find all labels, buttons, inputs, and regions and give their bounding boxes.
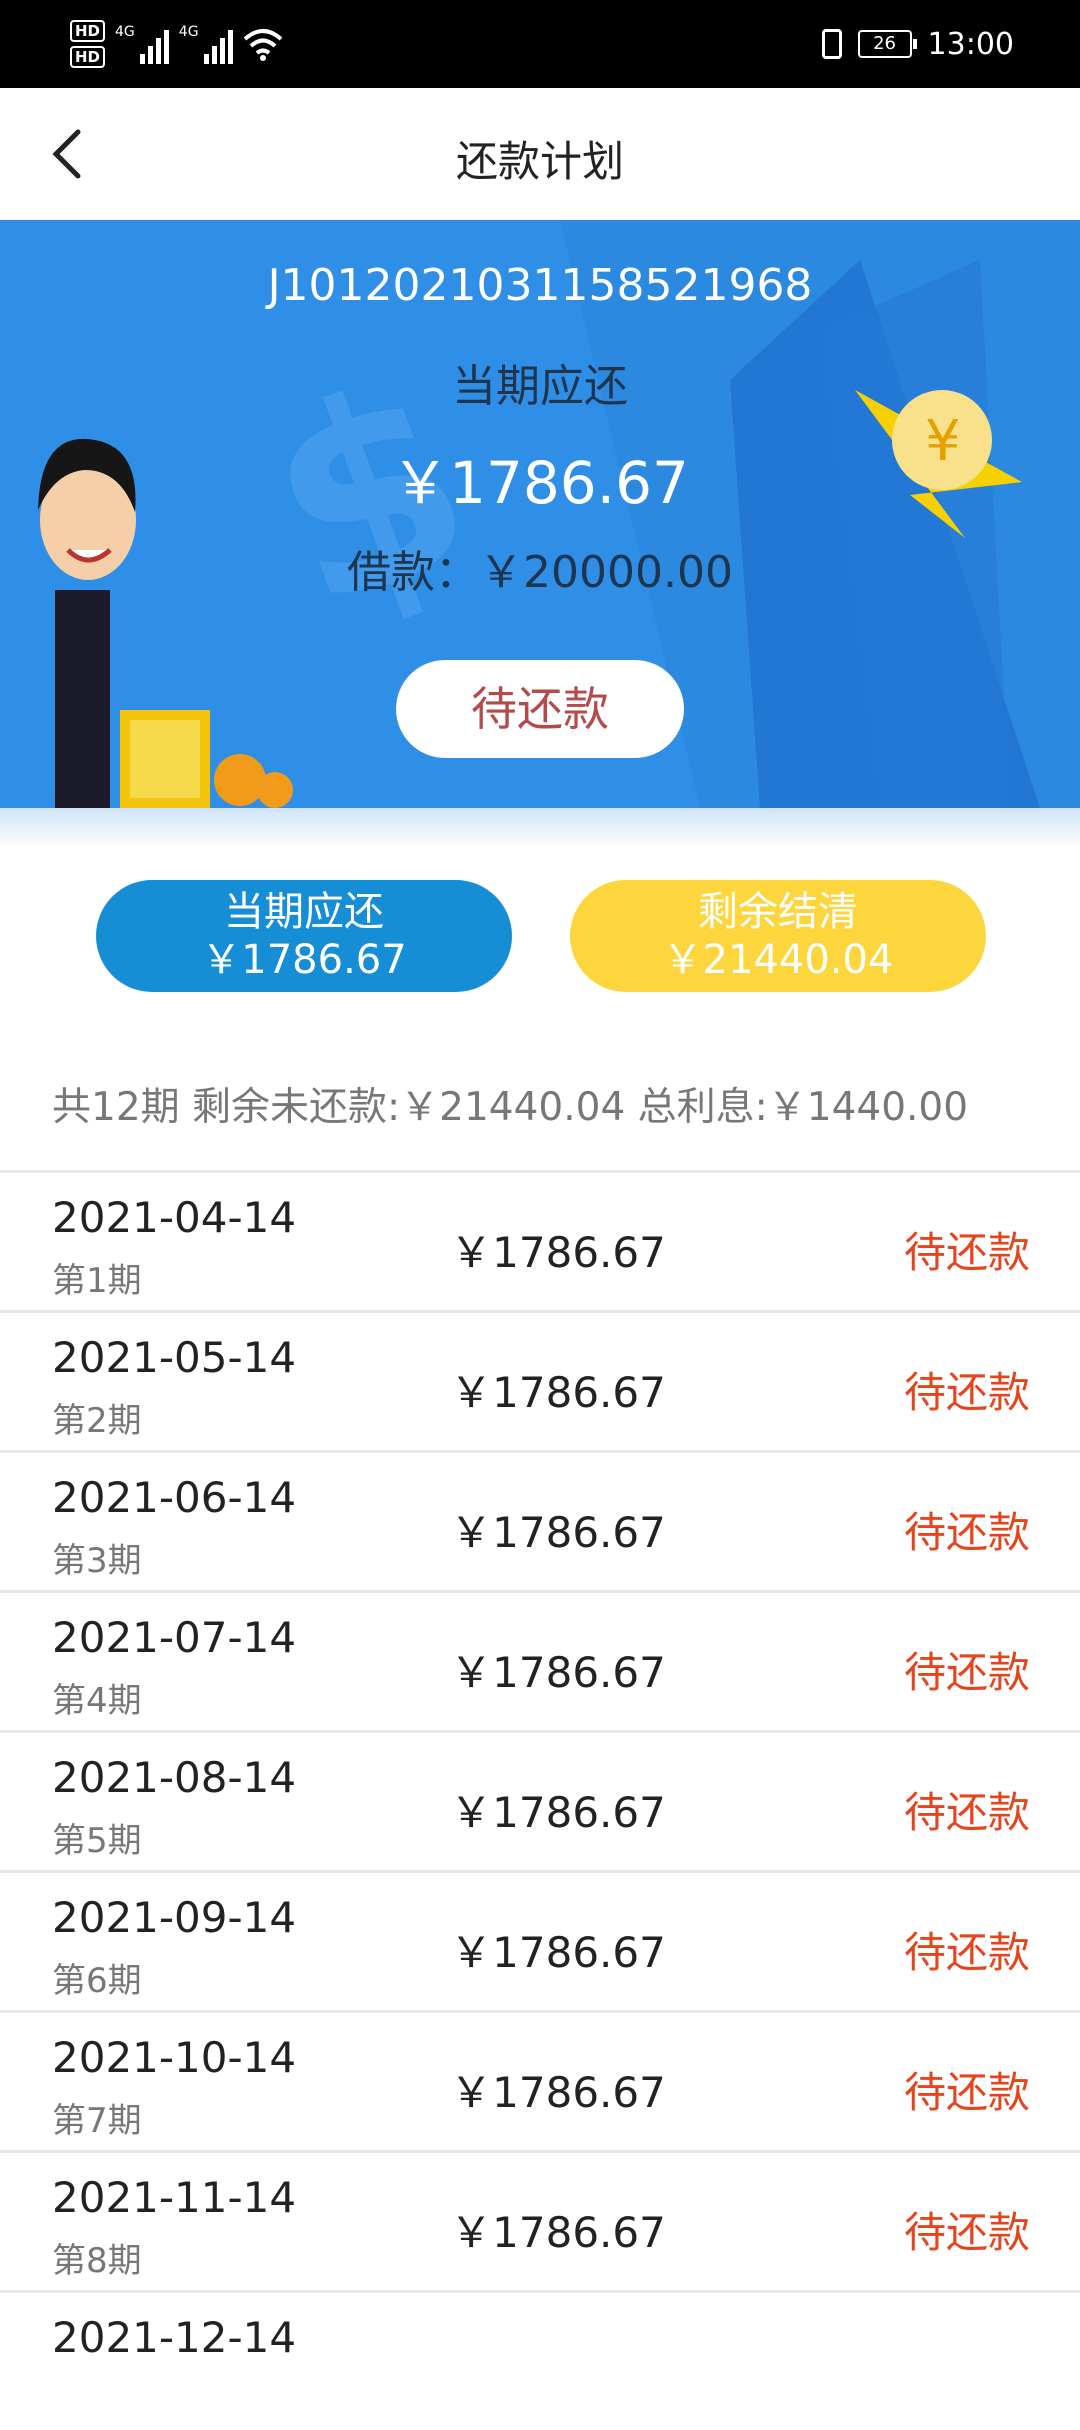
installment-row[interactable]: 2021-10-14 第7期 ￥1786.67 待还款	[0, 2010, 1080, 2150]
loan-amount: 借款：￥20000.00	[347, 547, 733, 598]
installment-status: 待还款	[903, 1928, 1030, 1977]
signal-icon: 4G	[179, 24, 233, 64]
installment-status: 待还款	[903, 1788, 1030, 1837]
current-due-amount: ￥1786.67	[391, 449, 689, 517]
loan-number: J1012021031158521968	[267, 260, 813, 311]
pay-off-button[interactable]: 剩余结清 ￥21440.04	[570, 880, 986, 992]
plan-summary: 共12期 剩余未还款:￥21440.04 总利息:￥1440.00	[52, 1085, 969, 1130]
status-bar: HD HD 4G 4G 26 13:00	[0, 0, 1080, 88]
loan-banner: $ ¥ J1012021031158521968 当期应还 ￥1786.67 借…	[0, 220, 1080, 808]
current-due-button[interactable]: 当期应还 ￥1786.67	[96, 880, 512, 992]
installment-row[interactable]: 2021-05-14 第2期 ￥1786.67 待还款	[0, 1310, 1080, 1450]
clock: 13:00	[927, 26, 1014, 62]
installment-list: 2021-04-14 第1期 ￥1786.67 待还款 2021-05-14 第…	[0, 1170, 1080, 2430]
installment-row[interactable]: 2021-09-14 第6期 ￥1786.67 待还款	[0, 1870, 1080, 2010]
installment-row[interactable]: 2021-08-14 第5期 ￥1786.67 待还款	[0, 1730, 1080, 1870]
hd-indicator: HD HD	[70, 20, 106, 68]
installment-row[interactable]: 2021-11-14 第8期 ￥1786.67 待还款	[0, 2150, 1080, 2290]
title-bar: 还款计划	[0, 88, 1080, 220]
battery-icon: 26	[857, 30, 917, 58]
installment-row[interactable]: 2021-07-14 第4期 ￥1786.67 待还款	[0, 1590, 1080, 1730]
pay-off-button-label: 剩余结清	[698, 889, 858, 935]
installment-status: 待还款	[903, 1228, 1030, 1277]
wifi-icon	[243, 29, 282, 61]
installment-row[interactable]: 2021-12-14	[0, 2290, 1080, 2430]
installment-status: 待还款	[903, 2208, 1030, 2257]
installment-status: 待还款	[903, 1368, 1030, 1417]
installment-status: 待还款	[903, 2068, 1030, 2117]
due-date: 2021-12-14	[52, 2313, 297, 2362]
installment-status: 待还款	[903, 1648, 1030, 1697]
page-title: 还款计划	[455, 137, 624, 186]
current-due-button-label: 当期应还	[224, 889, 384, 935]
banner-shadow	[0, 808, 1080, 848]
installment-row[interactable]: 2021-06-14 第3期 ￥1786.67 待还款	[0, 1450, 1080, 1590]
installment-row[interactable]: 2021-04-14 第1期 ￥1786.67 待还款	[0, 1170, 1080, 1310]
installment-status: 待还款	[903, 1508, 1030, 1557]
current-due-label: 当期应还	[452, 361, 628, 412]
repayment-status-badge: 待还款	[396, 660, 684, 758]
vibrate-icon	[821, 29, 842, 59]
signal-icon: 4G	[115, 24, 169, 64]
current-due-button-amount: ￥1786.67	[201, 937, 407, 983]
pay-off-button-amount: ￥21440.04	[662, 937, 894, 983]
